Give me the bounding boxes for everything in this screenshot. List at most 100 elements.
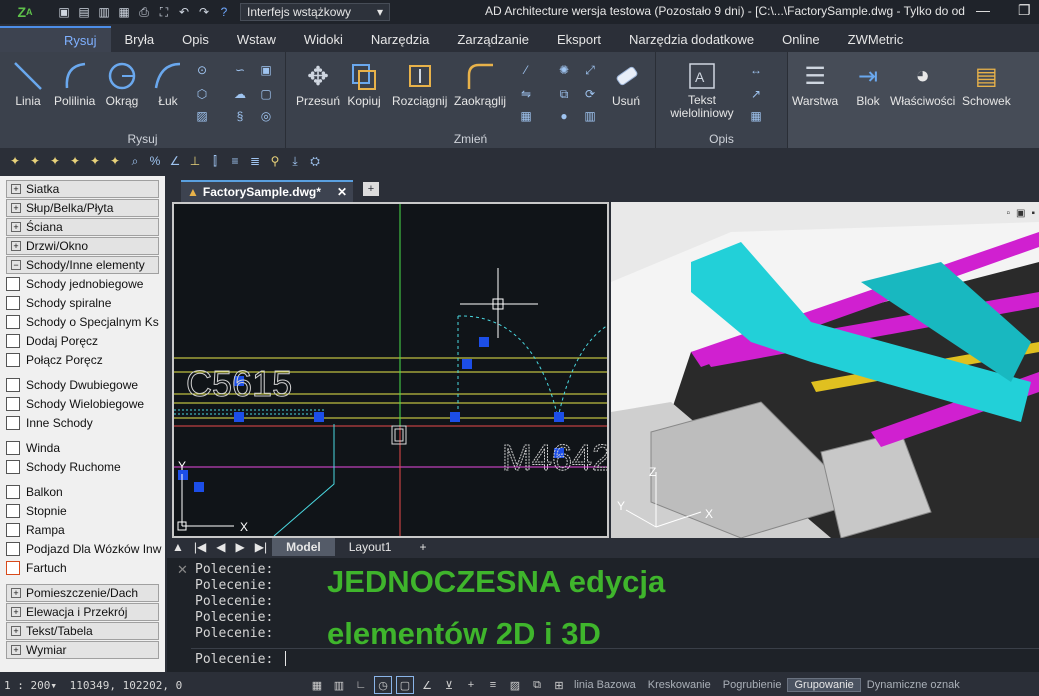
polar-icon[interactable]: ◷ xyxy=(374,676,392,694)
tab-rysuj[interactable]: Rysuj xyxy=(0,26,111,52)
polygon-icon[interactable]: ⬡ xyxy=(194,86,210,102)
import-icon[interactable]: ⤓ xyxy=(286,152,304,170)
tool-schody-jednobiegowe[interactable]: Schody jednobiegowe xyxy=(0,274,165,293)
tab-zwmetric[interactable]: ZWMetric xyxy=(834,26,918,52)
tool-schody-spiralne[interactable]: Schody spiralne xyxy=(0,293,165,312)
new-file-icon[interactable]: ▣ xyxy=(56,4,72,20)
minimize-button[interactable]: — xyxy=(976,2,990,18)
boundary-icon[interactable]: § xyxy=(232,108,248,124)
hatch-icon[interactable]: ▨ xyxy=(194,108,210,124)
panel-header-pomieszczenie[interactable]: + Pomieszczenie/Dach xyxy=(6,584,159,602)
mirror-icon[interactable]: ⇋ xyxy=(518,86,534,102)
clipboard-button[interactable]: ▤ Schowek xyxy=(962,58,1011,109)
tab-narzedzia-dodatkowe[interactable]: Narzędzia dodatkowe xyxy=(615,26,768,52)
stretch-button[interactable]: Rozciągnij xyxy=(392,58,447,108)
panel-header-drzwi[interactable]: + Drzwi/Okno xyxy=(6,237,159,255)
tab-model[interactable]: Model xyxy=(272,538,335,556)
grid-icon[interactable]: ▦ xyxy=(308,676,326,694)
tool-schody-dwubiegowe[interactable]: Schody Dwubiegowe xyxy=(0,375,165,394)
snap-grid-icon[interactable]: ▥ xyxy=(330,676,348,694)
add-layout-tab[interactable]: + xyxy=(405,538,440,556)
interface-selector[interactable]: Interfejs wstążkowy ▾ xyxy=(240,3,390,21)
dimension-icon[interactable]: ↔ xyxy=(748,62,764,78)
viewport-controls[interactable]: ▫ ▣ ▪ xyxy=(1006,208,1035,219)
erase-button[interactable]: Usuń xyxy=(608,58,644,108)
redo-icon[interactable]: ↷ xyxy=(196,4,212,20)
wand-icon[interactable]: ✦ xyxy=(26,152,44,170)
tool-schody-specjalne[interactable]: Schody o Specjalnym Ks xyxy=(0,312,165,331)
trim-icon[interactable]: ⁄ xyxy=(518,62,534,78)
snap-icon[interactable]: ⊥ xyxy=(186,152,204,170)
tool-schody-wielobiegowe[interactable]: Schody Wielobiegowe xyxy=(0,394,165,413)
annotation-monitor-icon[interactable]: ⊞ xyxy=(550,676,568,694)
nav-first-icon[interactable]: ▲ xyxy=(167,540,189,554)
tab-layout1[interactable]: Layout1 xyxy=(335,538,406,556)
tool-inne-schody[interactable]: Inne Schody xyxy=(0,413,165,432)
nav-last-icon[interactable]: ▶| xyxy=(250,540,272,554)
block-button[interactable]: ⇥ Blok xyxy=(850,58,886,109)
tool-schody-ruchome[interactable]: Schody Ruchome xyxy=(0,457,165,476)
mtext-button[interactable]: A Tekst wieloliniowy xyxy=(662,58,742,120)
leader-icon[interactable]: ↗ xyxy=(748,86,764,102)
tool-dodaj-porecz[interactable]: Dodaj Poręcz xyxy=(0,331,165,350)
close-icon[interactable]: ▪ xyxy=(1031,208,1035,219)
donut-icon[interactable]: ◎ xyxy=(258,108,274,124)
panel-header-tekst[interactable]: + Tekst/Tabela xyxy=(6,622,159,640)
toggle-grupowanie[interactable]: Grupowanie xyxy=(787,678,861,692)
copy-button[interactable]: Kopiuj xyxy=(346,58,382,108)
angle-icon[interactable]: ∠ xyxy=(166,152,184,170)
toggle-pogrubienie[interactable]: Pogrubienie xyxy=(717,679,788,691)
layer-match-icon[interactable]: ⛭ xyxy=(306,152,324,170)
join-icon[interactable]: ● xyxy=(556,108,572,124)
wand-icon[interactable]: ✦ xyxy=(6,152,24,170)
list-icon[interactable]: ≡ xyxy=(226,152,244,170)
otrack-icon[interactable]: ∠ xyxy=(418,676,436,694)
wand-icon[interactable]: ✦ xyxy=(66,152,84,170)
layer-button[interactable]: ☰ Warstwa xyxy=(792,58,838,109)
command-prompt[interactable]: Polecenie: xyxy=(195,652,273,667)
tab-eksport[interactable]: Eksport xyxy=(543,26,615,52)
move-button[interactable]: ✥ Przesuń xyxy=(296,58,340,109)
array-icon[interactable]: ▦ xyxy=(518,108,534,124)
tab-wstaw[interactable]: Wstaw xyxy=(223,26,290,52)
wand-icon[interactable]: ✦ xyxy=(106,152,124,170)
tool-polacz-porecz[interactable]: Połącz Poręcz xyxy=(0,350,165,369)
document-tab[interactable]: ▲ FactorySample.dwg* ✕ xyxy=(181,180,353,202)
print-icon[interactable]: ⎙ xyxy=(136,4,152,20)
close-icon[interactable]: ✕ xyxy=(177,562,188,578)
transparency-icon[interactable]: ▨ xyxy=(506,676,524,694)
panel-header-schody[interactable]: − Schody/Inne elementy xyxy=(6,256,159,274)
rotate-icon[interactable]: ⟳ xyxy=(582,86,598,102)
tool-winda[interactable]: Winda xyxy=(0,438,165,457)
save-as-icon[interactable]: ▦ xyxy=(116,4,132,20)
toggle-dynamiczne-oznak[interactable]: Dynamiczne oznak xyxy=(861,679,966,691)
panel-header-siatka[interactable]: + Siatka xyxy=(6,180,159,198)
dyn-input-icon[interactable]: + xyxy=(462,676,480,694)
fullscreen-icon[interactable]: ⛶ xyxy=(156,4,172,20)
panel-header-slup[interactable]: + Słup/Belka/Płyta xyxy=(6,199,159,217)
toggle-kreskowanie[interactable]: Kreskowanie xyxy=(642,679,717,691)
tab-narzedzia[interactable]: Narzędzia xyxy=(357,26,444,52)
tab-opis[interactable]: Opis xyxy=(168,26,223,52)
revcloud-icon[interactable]: ☁ xyxy=(232,86,248,102)
explode-icon[interactable]: ✺ xyxy=(556,62,572,78)
break-icon[interactable]: ▥ xyxy=(582,108,598,124)
spline-icon[interactable]: ∽ xyxy=(232,62,248,78)
search-icon[interactable]: ⌕ xyxy=(126,152,144,170)
tool-balkon[interactable]: Balkon xyxy=(0,482,165,501)
restore-button[interactable]: ❐ xyxy=(1018,2,1031,19)
open-file-icon[interactable]: ▤ xyxy=(76,4,92,20)
table-icon[interactable]: ▦ xyxy=(748,108,764,124)
help-icon[interactable]: ? xyxy=(216,4,232,20)
scale-icon[interactable]: ⤢ xyxy=(582,62,598,78)
tool-rampa[interactable]: Rampa xyxy=(0,520,165,539)
fillet-button[interactable]: Zaokrąglij xyxy=(454,58,506,108)
nav-back-icon[interactable]: ◀ xyxy=(211,540,230,554)
nav-forward-icon[interactable]: ▶ xyxy=(230,540,249,554)
viewport-2d[interactable]: C5615 M4642 X Y xyxy=(172,202,609,538)
wand-icon[interactable]: ✦ xyxy=(46,152,64,170)
ellipse-icon[interactable]: ⊙ xyxy=(194,62,210,78)
percent-icon[interactable]: % xyxy=(146,152,164,170)
wand-icon[interactable]: ✦ xyxy=(86,152,104,170)
tab-zarzadzanie[interactable]: Zarządzanie xyxy=(443,26,543,52)
